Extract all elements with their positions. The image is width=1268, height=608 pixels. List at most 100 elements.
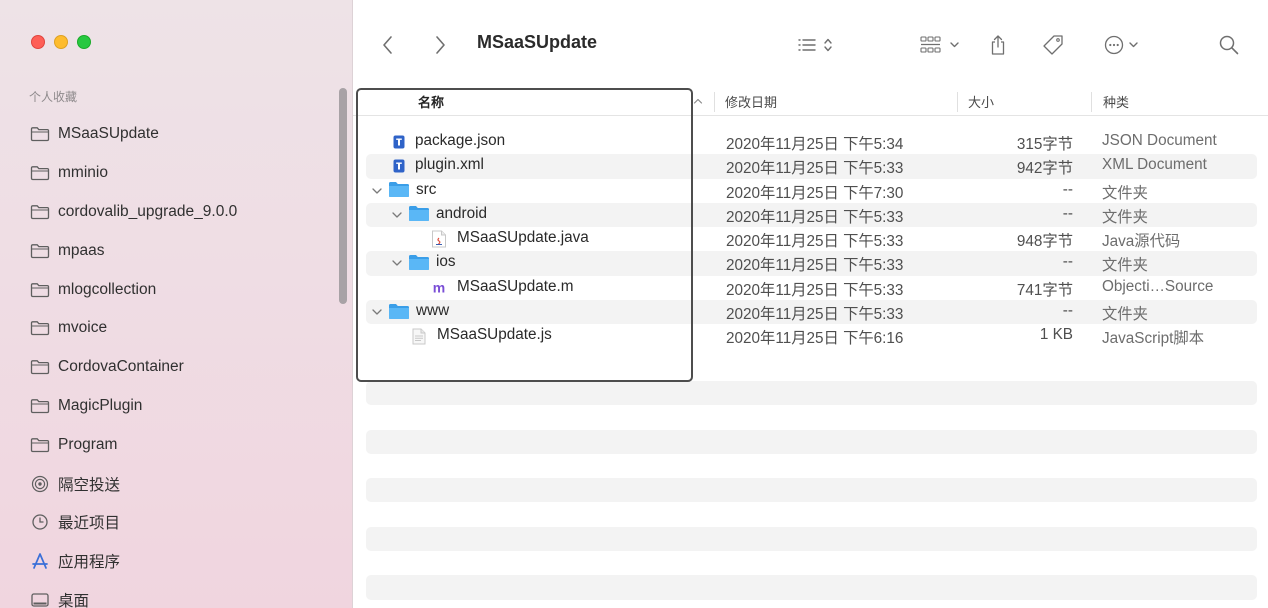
- folder-icon: [388, 303, 410, 319]
- empty-row: [366, 478, 1257, 503]
- file-kind: 文件夹: [1102, 257, 1148, 275]
- column-header: 名称 修改日期 大小 种类: [353, 86, 1268, 116]
- file-size: --: [1062, 180, 1073, 198]
- column-divider[interactable]: [714, 92, 715, 112]
- file-name: MSaaSUpdate.m: [457, 277, 574, 295]
- column-divider[interactable]: [1091, 92, 1092, 112]
- chevron-up-icon: [693, 98, 703, 104]
- window-controls: [31, 35, 91, 49]
- empty-row: [366, 454, 1257, 478]
- file-name: MSaaSUpdate.java: [457, 229, 589, 247]
- file-date: 2020年11月25日 下午5:33: [726, 208, 904, 226]
- sidebar-item[interactable]: 最近项目: [0, 503, 352, 542]
- disclosure-chevron-icon[interactable]: [390, 255, 404, 271]
- file-row[interactable]: ios 2020年11月25日 下午5:33 -- 文件夹: [366, 251, 1257, 276]
- sidebar-item-label: Program: [58, 435, 118, 453]
- main-pane: MSaaSUpdate 名称 修改日期 大小 种类 package.json 2…: [353, 0, 1268, 608]
- share-icon: [991, 35, 1005, 55]
- sidebar-item-label: 桌面: [58, 592, 90, 608]
- svg-text:m: m: [433, 280, 445, 296]
- folder-icon: [408, 254, 430, 270]
- view-mode-button[interactable]: [797, 31, 837, 59]
- share-button[interactable]: [986, 31, 1010, 59]
- file-row[interactable]: android 2020年11月25日 下午5:33 -- 文件夹: [366, 202, 1257, 228]
- sidebar-item[interactable]: 隔空投送: [0, 464, 352, 503]
- json-file-icon: [390, 134, 408, 150]
- disclosure-chevron-icon[interactable]: [370, 183, 384, 199]
- sidebar-item[interactable]: mminio: [0, 154, 352, 193]
- folder-icon: [30, 359, 50, 375]
- file-row[interactable]: package.json 2020年11月25日 下午5:34 315字节 JSON …: [366, 130, 1257, 154]
- back-button[interactable]: [375, 31, 399, 59]
- sidebar-item[interactable]: mlogcollection: [0, 270, 352, 309]
- sidebar-item[interactable]: mpaas: [0, 231, 352, 270]
- folder-icon: [30, 320, 50, 336]
- folder-icon: [30, 165, 50, 181]
- sidebar-item[interactable]: cordovalib_upgrade_9.0.0: [0, 193, 352, 232]
- file-name: package.json: [415, 132, 506, 149]
- sidebar-item[interactable]: MSaaSUpdate: [0, 115, 352, 154]
- sidebar-item-label: 隔空投送: [58, 476, 121, 494]
- file-row[interactable]: MSaaSUpdate.js 2020年11月25日 下午6:16 1 KB Java…: [366, 324, 1257, 348]
- sidebar-item[interactable]: MagicPlugin: [0, 387, 352, 426]
- folder-icon: [388, 182, 410, 198]
- sidebar-item-label: 应用程序: [58, 554, 121, 572]
- search-button[interactable]: [1216, 31, 1242, 59]
- file-name: MSaaSUpdate.js: [437, 326, 552, 344]
- sidebar-item[interactable]: mvoice: [0, 309, 352, 348]
- sidebar-item[interactable]: 应用程序: [0, 542, 352, 581]
- file-row[interactable]: src 2020年11月25日 下午7:30 -- 文件夹: [366, 179, 1257, 203]
- sort-indicator[interactable]: [693, 86, 703, 116]
- file-date: 2020年11月25日 下午5:33: [726, 233, 904, 251]
- sidebar-item-label: cordovalib_upgrade_9.0.0: [58, 202, 238, 220]
- column-size[interactable]: 大小: [968, 86, 994, 116]
- forward-button[interactable]: [429, 31, 453, 59]
- grid-view-icon: [920, 36, 959, 53]
- file-row[interactable]: m MSaaSUpdate.m 2020年11月25日 下午5:33 741字节 Obj…: [366, 276, 1257, 300]
- file-name: plugin.xml: [415, 156, 484, 174]
- file-row[interactable]: www 2020年11月25日 下午5:33 -- 文件夹: [366, 300, 1257, 325]
- file-row[interactable]: MSaaSUpdate.java 2020年11月25日 下午5:33 948字节 J…: [366, 227, 1257, 251]
- sidebar-scrollbar[interactable]: [339, 88, 347, 304]
- file-row[interactable]: plugin.xml 2020年11月25日 下午5:33 942字节 XML Doc…: [366, 154, 1257, 179]
- empty-row: [366, 551, 1257, 575]
- airdrop-icon: [30, 475, 50, 492]
- sidebar-section-favorites: 个人收藏: [29, 90, 78, 104]
- close-button[interactable]: [31, 35, 45, 49]
- file-size: --: [1062, 204, 1073, 222]
- column-name[interactable]: 名称: [418, 86, 444, 116]
- disclosure-chevron-icon[interactable]: [370, 304, 384, 320]
- column-kind[interactable]: 种类: [1103, 86, 1129, 116]
- column-date[interactable]: 修改日期: [725, 86, 777, 116]
- sidebar-item[interactable]: 桌面: [0, 581, 352, 608]
- sidebar-item-label: 最近项目: [58, 515, 121, 533]
- file-kind: JSON Document: [1102, 132, 1217, 149]
- disclosure-chevron-icon[interactable]: [390, 207, 404, 223]
- empty-row: [366, 575, 1257, 600]
- file-kind: XML Document: [1102, 156, 1207, 174]
- group-button[interactable]: [918, 31, 966, 59]
- file-name: android: [436, 204, 488, 222]
- file-date: 2020年11月25日 下午5:33: [726, 160, 904, 178]
- minimize-button[interactable]: [54, 35, 68, 49]
- column-divider[interactable]: [957, 92, 958, 112]
- sidebar-item-label: MagicPlugin: [58, 396, 143, 414]
- sidebar-item[interactable]: Program: [0, 425, 352, 464]
- objc-file-icon: m: [430, 280, 448, 296]
- sidebar-item[interactable]: CordovaContainer: [0, 348, 352, 387]
- finder-window: 个人收藏 MSaaSUpdate mminio cordovalib_upgrade…: [0, 0, 1268, 608]
- file-name: src: [416, 180, 437, 198]
- empty-row: [366, 526, 1257, 552]
- sidebar-item-label: mvoice: [58, 319, 108, 337]
- file-kind: 文件夹: [1102, 306, 1148, 324]
- sidebar-list: MSaaSUpdate mminio cordovalib_upgrade_9.0.…: [0, 115, 352, 608]
- tag-icon: [1043, 35, 1063, 55]
- empty-row: [366, 381, 1257, 406]
- file-kind: Objecti…Source: [1102, 277, 1214, 295]
- xml-file-icon: [390, 158, 408, 174]
- zoom-button[interactable]: [77, 35, 91, 49]
- action-menu-button[interactable]: [1103, 31, 1151, 59]
- empty-row: [366, 405, 1257, 429]
- file-date: 2020年11月25日 下午5:33: [726, 281, 904, 299]
- tag-button[interactable]: [1039, 31, 1067, 59]
